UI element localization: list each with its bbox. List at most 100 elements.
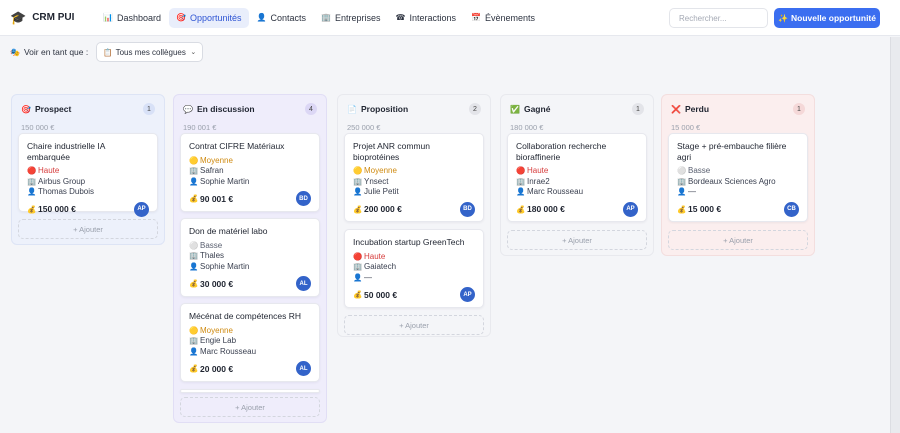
view-as-select[interactable]: 📋 Tous mes collègues ⌄ <box>96 42 204 62</box>
view-as-label: Voir en tant que : <box>23 47 89 57</box>
nav-label: Dashboard <box>116 12 161 23</box>
card-amount: 150 000 € <box>38 204 76 214</box>
card-title: Mécénat de compétences RH <box>189 311 301 321</box>
opportunity-card[interactable]: Don de matériel labo ⚪ Basse 🏢 Thales 👤 … <box>180 218 320 297</box>
company-name: Ynsect <box>364 176 389 186</box>
column-total: 250 000 € <box>347 123 381 132</box>
column-total: 15 000 € <box>671 123 701 132</box>
avatar[interactable]: BD <box>460 201 475 217</box>
document-icon: 📄 <box>347 104 357 114</box>
avatar[interactable]: BD <box>296 191 311 206</box>
column-header: ❌ Perdu 1 <box>662 95 814 123</box>
company-line: 🏢 Airbus Group <box>27 177 149 188</box>
company-line: 🏢 Bordeaux Sciences Agro <box>677 177 799 188</box>
user-icon: 👤 <box>353 272 363 282</box>
priority-high-icon: 🔴 <box>353 251 363 261</box>
opportunity-card[interactable]: Stage + pré-embauche filière agri ⚪ Bass… <box>668 133 808 222</box>
column-prospect: 🎯 Prospect 1 150 000 € Chaire industriel… <box>11 94 165 245</box>
priority-label: Haute <box>527 166 549 175</box>
column-header: ✅ Gagné 1 <box>501 95 653 123</box>
priority-medium-icon: 🟡 <box>189 325 199 335</box>
mask-icon: 🎭 <box>10 47 20 57</box>
add-card-button[interactable]: + Ajouter <box>180 397 320 417</box>
avatar[interactable]: AP <box>134 201 149 217</box>
avatar[interactable]: CB <box>784 201 799 217</box>
nav-label: Évènements <box>484 12 535 23</box>
priority-line: 🔴 Haute <box>516 166 638 177</box>
new-opportunity-button[interactable]: ✨ Nouvelle opportunité <box>774 8 880 28</box>
card-footer: 💰 50 000 € AP <box>353 287 475 302</box>
contact-name: Thomas Dubois <box>38 187 95 196</box>
building-icon: 🏢 <box>189 336 199 345</box>
company-name: Thales <box>200 251 225 260</box>
add-card-button[interactable]: + Ajouter <box>668 230 808 250</box>
card-amount: 90 001 € <box>200 193 234 204</box>
company-line: 🏢 Thales <box>189 251 311 262</box>
company-name: Safran <box>200 166 224 175</box>
page-scrollbar[interactable] <box>890 37 900 433</box>
card-title: Contrat CIFRE Matériaux <box>189 141 285 151</box>
column-proposition: 📄 Proposition 2 250 000 € Projet ANR com… <box>337 94 491 337</box>
avatar[interactable]: AP <box>623 201 638 217</box>
contact-name: Sophie Martin <box>200 176 250 186</box>
top-navbar: 🎓 CRM PUI 📊 Dashboard 🎯 Opportunités 👤 C… <box>0 0 900 36</box>
chevron-down-icon: ⌄ <box>190 49 197 56</box>
nav-dashboard[interactable]: 📊 Dashboard <box>96 8 168 28</box>
nav-interactions[interactable]: ☎ Interactions <box>389 8 464 28</box>
opportunity-card[interactable]: Chaire industrielle IA embarquée 🔴 Haute… <box>18 133 158 217</box>
money-bag-icon: 💰 <box>353 204 363 214</box>
avatar[interactable]: AP <box>460 287 475 302</box>
priority-label: Haute <box>38 166 60 175</box>
column-perdu: ❌ Perdu 1 15 000 € Stage + pré-embauche … <box>661 94 815 256</box>
brand-name: CRM PUI <box>32 12 75 23</box>
brand[interactable]: 🎓 CRM PUI <box>10 10 90 26</box>
add-card-button[interactable]: + Ajouter <box>507 230 647 250</box>
column-total: 150 000 € <box>21 123 55 132</box>
contact-name: — <box>688 187 696 196</box>
opportunity-card[interactable]: Projet ANR commun bioprotéines 🟡 Moyenne… <box>344 133 484 222</box>
contact-line: 👤 Sophie Martin <box>189 177 311 188</box>
building-icon: 🏢 <box>189 251 199 260</box>
nav-evenements[interactable]: 📅 Évènements <box>464 8 542 28</box>
priority-medium-icon: 🟡 <box>189 155 199 165</box>
nav-contacts[interactable]: 👤 Contacts <box>250 8 314 28</box>
card-amount: 15 000 € <box>688 204 722 214</box>
chat-icon: 💬 <box>183 104 193 114</box>
card-amount: 200 000 € <box>364 204 402 214</box>
card-title: Stage + pré-embauche filière agri <box>677 141 787 162</box>
card-footer: 💰 20 000 € AL <box>189 361 311 376</box>
nav-opportunites[interactable]: 🎯 Opportunités <box>169 7 249 28</box>
add-card-button[interactable]: + Ajouter <box>344 315 484 335</box>
nav-label: Entreprises <box>334 12 381 23</box>
opportunity-card[interactable]: Mécénat de compétences RH 🟡 Moyenne 🏢 En… <box>180 303 320 382</box>
priority-high-icon: 🔴 <box>516 166 526 175</box>
opportunity-card[interactable]: Contrat CIFRE Matériaux 🟡 Moyenne 🏢 Safr… <box>180 133 320 212</box>
building-icon: 🏢 <box>353 262 363 271</box>
money-bag-icon: 💰 <box>516 204 526 214</box>
opportunity-card[interactable]: Incubation startup GreenTech 🔴 Haute 🏢 G… <box>344 229 484 308</box>
nav-entreprises[interactable]: 🏢 Entreprises <box>314 8 388 28</box>
column-title: En discussion <box>196 104 255 114</box>
clipboard-icon: 📋 <box>103 47 113 57</box>
building-icon: 🏢 <box>189 166 199 175</box>
card-title: Incubation startup GreenTech <box>353 237 465 247</box>
priority-label: Haute <box>364 251 386 261</box>
phone-icon: ☎ <box>395 13 406 22</box>
avatar[interactable]: AL <box>296 361 311 376</box>
search-input[interactable] <box>669 8 768 28</box>
opportunity-card-partial[interactable] <box>180 389 320 393</box>
avatar[interactable]: AL <box>296 276 311 291</box>
priority-line: 🟡 Moyenne <box>189 156 311 167</box>
priority-low-icon: ⚪ <box>189 240 199 250</box>
graduation-cap-icon: 🎓 <box>10 9 27 25</box>
building-icon: 🏢 <box>516 176 526 186</box>
view-as-value: Tous mes collègues <box>115 47 186 57</box>
add-card-button[interactable]: + Ajouter <box>18 219 158 239</box>
nav-label: Opportunités <box>189 12 242 23</box>
opportunity-card[interactable]: Collaboration recherche bioraffinerie 🔴 … <box>507 133 647 222</box>
nav-label: Interactions <box>409 12 456 23</box>
cross-icon: ❌ <box>671 104 681 114</box>
calendar-icon: 📅 <box>471 13 481 22</box>
column-total: 180 000 € <box>510 123 544 132</box>
column-count-badge: 1 <box>143 103 155 115</box>
